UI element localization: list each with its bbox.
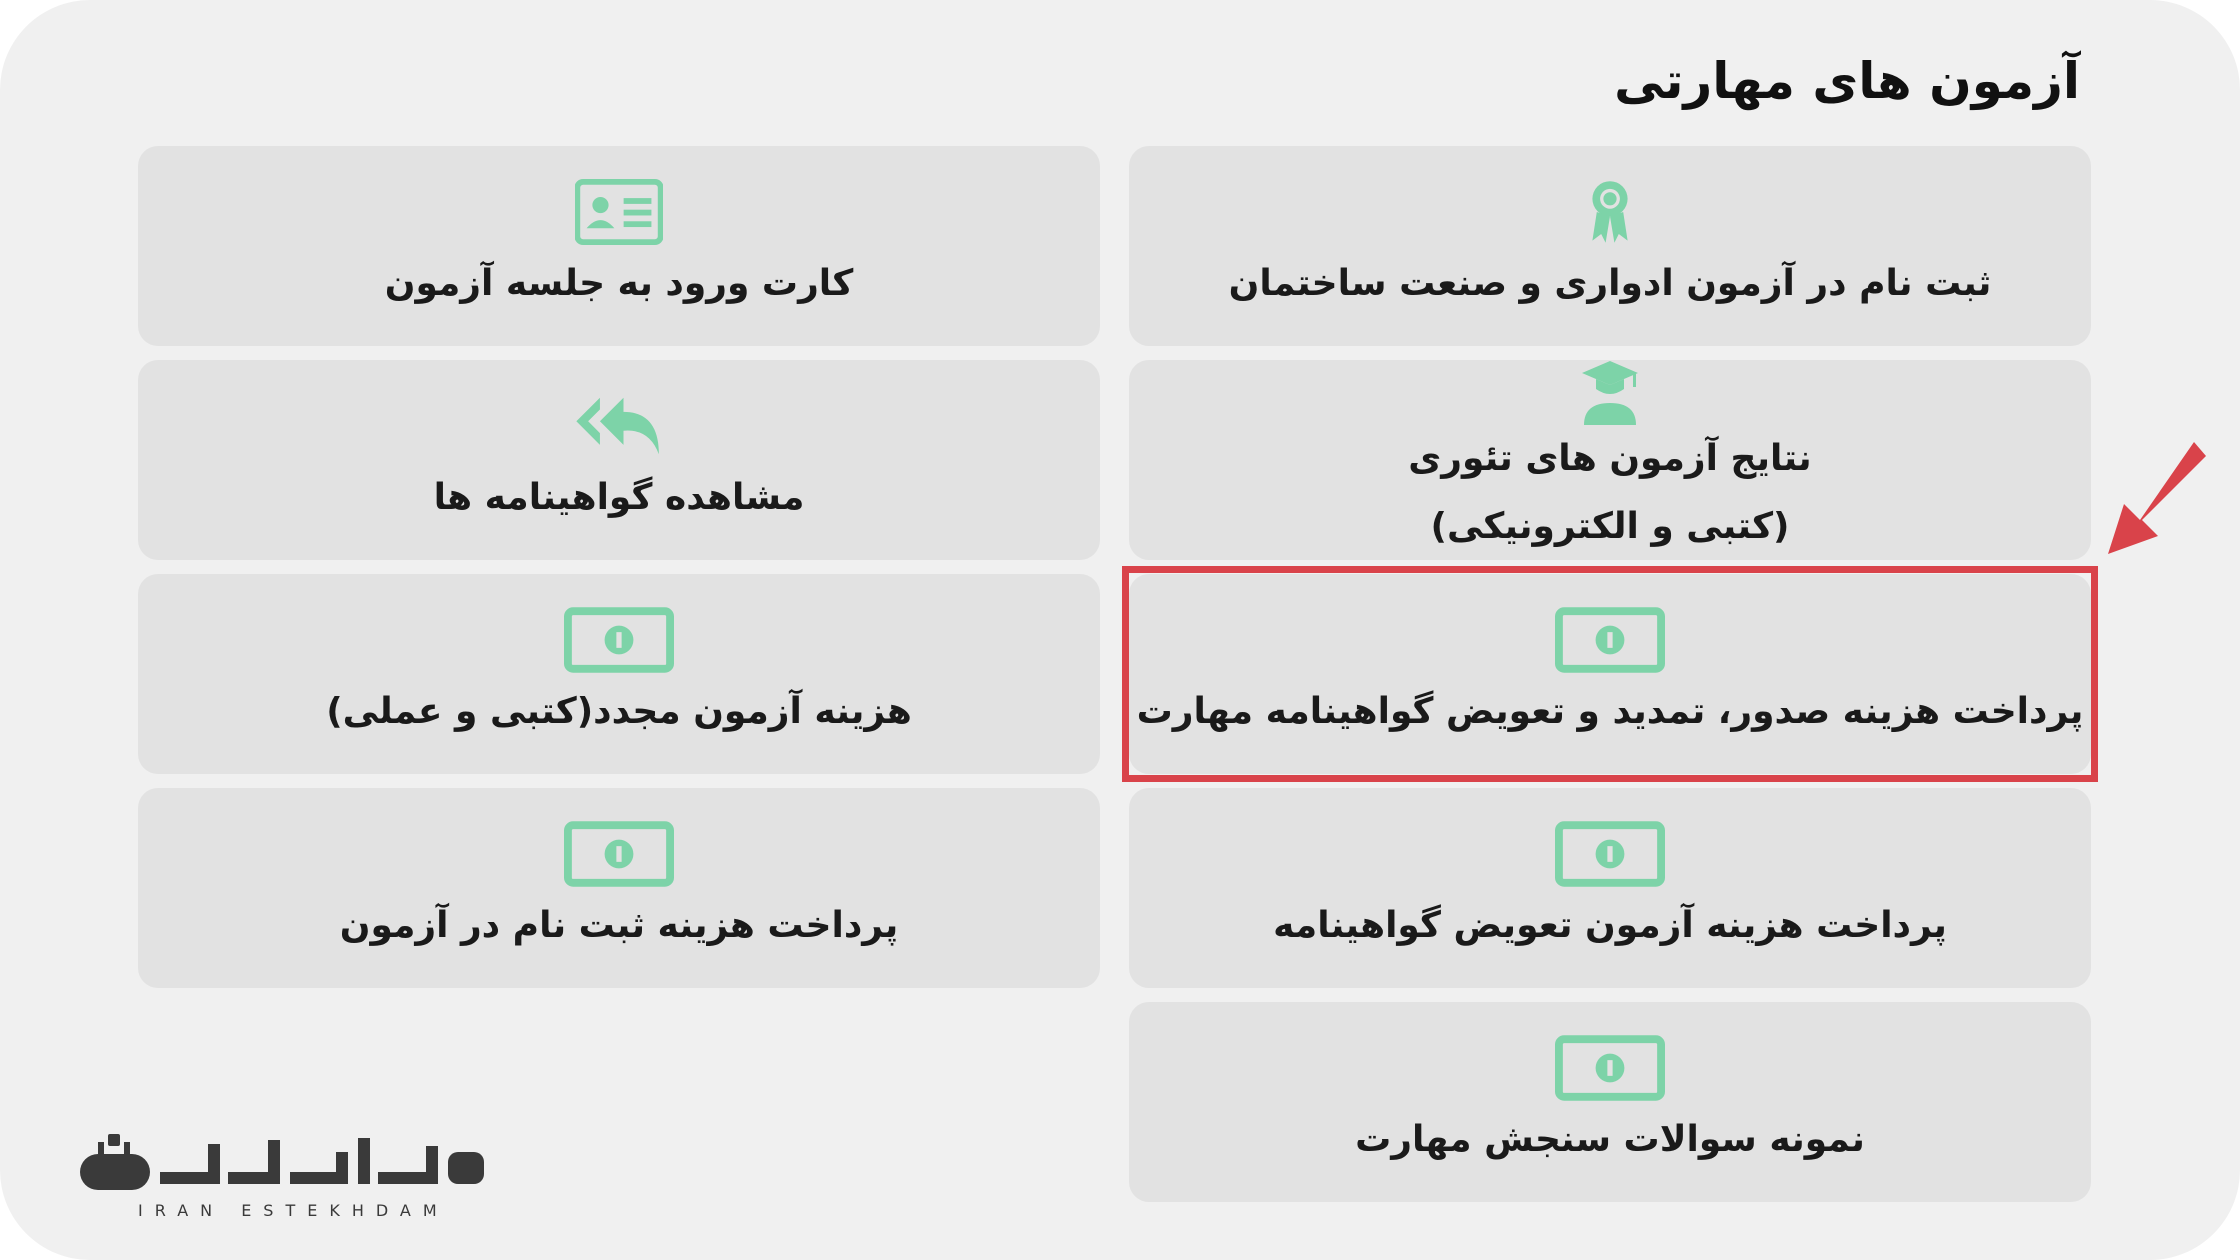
- money-bill-icon: [1555, 821, 1665, 887]
- id-card-icon: [575, 179, 663, 246]
- tile-pay-replacement-exam-fee[interactable]: پرداخت هزینه آزمون تعویض گواهینامه: [1129, 788, 2091, 988]
- tile-pay-registration-fee[interactable]: پرداخت هزینه ثبت نام در آزمون: [138, 788, 1100, 988]
- tile-label: نمونه سوالات سنجش مهارت: [1355, 1119, 1865, 1161]
- tile-label: پرداخت هزینه ثبت نام در آزمون: [339, 905, 899, 947]
- iran-estekhdam-logo: IRAN ESTEKHDAM: [78, 1132, 488, 1222]
- tile-sample-questions[interactable]: نمونه سوالات سنجش مهارت: [1129, 1002, 2091, 1202]
- tile-theory-results[interactable]: نتایج آزمون های تئوری (کتبی و الکترونیکی…: [1129, 360, 2091, 560]
- graduate-icon: [1580, 359, 1640, 425]
- tile-label: ثبت نام در آزمون ادواری و صنعت ساختمان: [1228, 263, 1992, 305]
- money-bill-icon: [564, 821, 674, 887]
- tile-label: پرداخت هزینه صدور، تمدید و تعویض گواهینا…: [1136, 691, 2084, 733]
- tile-entry-card[interactable]: کارت ورود به جلسه آزمون: [138, 146, 1100, 346]
- money-bill-icon: [1555, 607, 1665, 673]
- tile-pay-issue-renew-fee[interactable]: پرداخت هزینه صدور، تمدید و تعویض گواهینا…: [1129, 574, 2091, 774]
- tile-label: پرداخت هزینه آزمون تعویض گواهینامه: [1273, 905, 1947, 947]
- page-frame: آزمون های مهارتی ثبت نام در آزمون ادواری…: [0, 0, 2240, 1260]
- tile-label: مشاهده گواهینامه ها: [433, 477, 805, 519]
- tile-register-exam[interactable]: ثبت نام در آزمون ادواری و صنعت ساختمان: [1129, 146, 2091, 346]
- award-icon: [1588, 179, 1632, 245]
- tile-label: هزینه آزمون مجدد(کتبی و عملی): [326, 691, 912, 733]
- tile-view-certificates[interactable]: مشاهده گواهینامه ها: [138, 360, 1100, 560]
- money-bill-icon: [1555, 1035, 1665, 1101]
- tile-label: نتایج آزمون های تئوری: [1408, 437, 1812, 479]
- tile-label-secondary: (کتبی و الکترونیکی): [1430, 506, 1790, 547]
- tile-retake-fee[interactable]: هزینه آزمون مجدد(کتبی و عملی): [138, 574, 1100, 774]
- pointer-arrow-icon: [2108, 442, 2206, 554]
- tile-label: کارت ورود به جلسه آزمون: [384, 263, 854, 305]
- reply-all-icon: [574, 393, 664, 459]
- logo-text: IRAN ESTEKHDAM: [138, 1201, 449, 1220]
- page-title: آزمون های مهارتی: [1614, 52, 2080, 110]
- money-bill-icon: [564, 607, 674, 673]
